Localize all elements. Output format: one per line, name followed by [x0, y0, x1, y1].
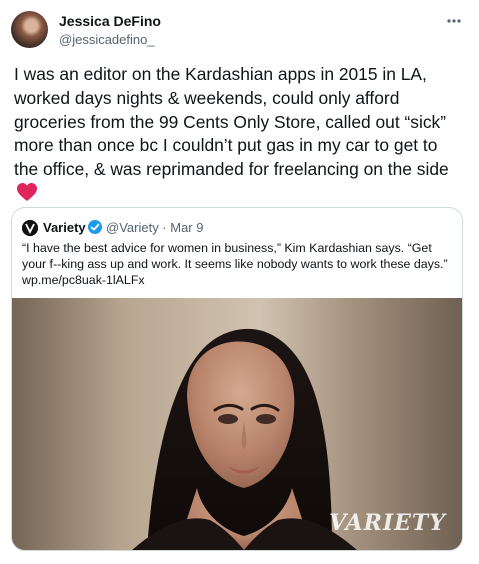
more-options-icon[interactable]	[445, 12, 463, 30]
verified-badge-icon	[87, 219, 103, 235]
tweet[interactable]: Jessica DeFino @jessicadefino_ I was an …	[0, 0, 479, 564]
author-avatar[interactable]	[11, 11, 48, 48]
quote-handle-date[interactable]: @Variety · Mar 9	[106, 220, 203, 235]
quote-author-name[interactable]: Variety	[43, 220, 86, 235]
tweet-text-body: I was an editor on the Kardashian apps i…	[14, 64, 449, 180]
variety-watermark: VARIETY	[329, 510, 446, 536]
author-name[interactable]: Jessica DeFino	[59, 13, 161, 29]
quote-media-image[interactable]: VARIETY	[12, 298, 462, 550]
quote-text: “I have the best advice for women in bus…	[22, 241, 448, 287]
quote-tweet[interactable]: Variety @Variety · Mar 9 “I have the bes…	[11, 207, 463, 551]
tweet-text: I was an editor on the Kardashian apps i…	[14, 63, 464, 206]
variety-logo-icon[interactable]	[22, 220, 38, 236]
red-heart-icon	[16, 182, 38, 202]
author-handle[interactable]: @jessicadefino_	[59, 32, 155, 47]
